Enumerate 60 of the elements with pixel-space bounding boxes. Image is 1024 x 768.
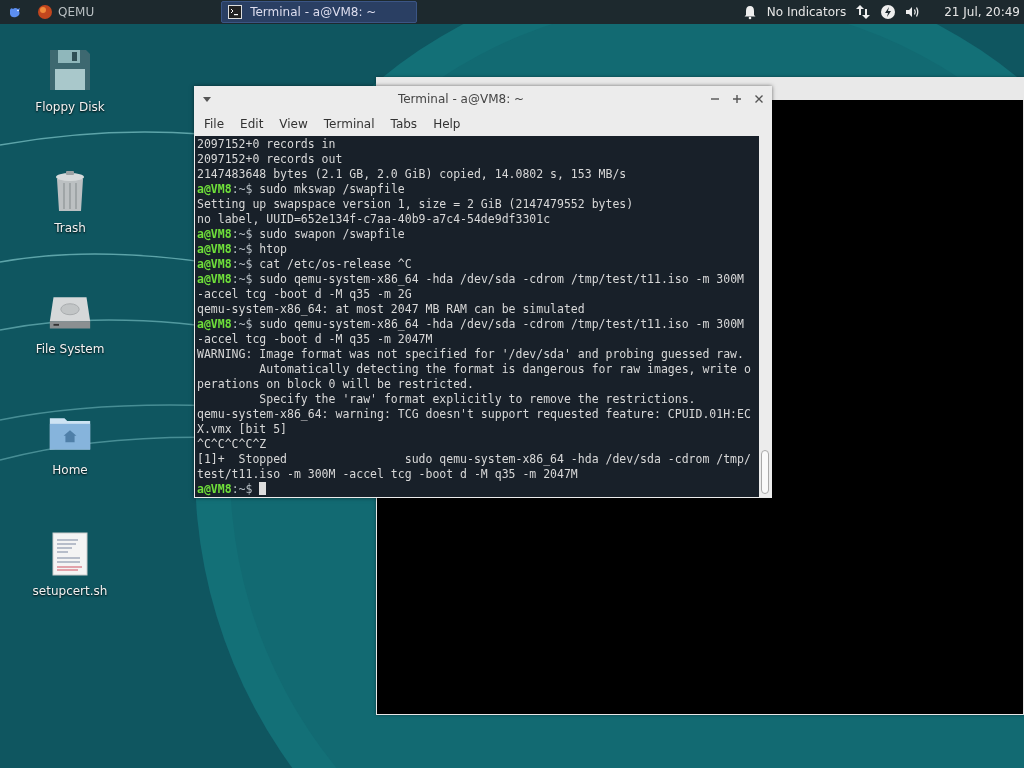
scrollbar[interactable]: [759, 136, 771, 497]
indicators-label: No Indicators: [766, 5, 847, 19]
prompt-user: a@VM8: [197, 227, 232, 241]
output-line: Specify the 'raw' format explicitly to remove the restrictions.: [258, 392, 696, 406]
menu-item[interactable]: Terminal: [315, 114, 383, 133]
command-text: htop: [258, 242, 288, 256]
prompt-user: a@VM8: [197, 272, 232, 286]
output-line: 2147483648 bytes (2.1 GB, 2.0 GiB) copied, 14.0802 s, 153 MB/s: [197, 167, 627, 181]
maximize-icon[interactable]: [732, 93, 742, 104]
clock[interactable]: 21 Jul, 20:49: [944, 5, 1020, 19]
output-line: qemu-system-x86_64: at most 2047 MB RAM can be simulated: [197, 302, 585, 316]
prompt-user: a@VM8: [197, 182, 232, 196]
close-icon[interactable]: [754, 93, 764, 104]
desktop-icon-label[interactable]: File System: [35, 342, 105, 356]
prompt-user: a@VM8: [197, 257, 232, 271]
output-line: 2097152+0 records in: [197, 137, 336, 151]
command-text: sudo mkswap /swapfile: [258, 182, 405, 196]
prompt-path: :~$: [231, 227, 253, 241]
prompt-path: :~$: [231, 317, 253, 331]
power-icon[interactable]: [880, 4, 897, 20]
scrollbar-thumb[interactable]: [761, 450, 769, 494]
prompt-user: a@VM8: [197, 317, 232, 331]
output-line: test/t11.iso -m 300M -accel tcg -boot d -M q35 -m 2047M: [197, 467, 578, 481]
prompt-user: a@VM8: [197, 242, 232, 256]
network-arrows-icon[interactable]: [855, 4, 872, 20]
menu-item[interactable]: View: [271, 114, 316, 133]
prompt-path: :~$: [231, 182, 253, 196]
output-line: X.vmx [bit 5]: [197, 422, 287, 436]
output-line: Setting up swapspace version 1, size = 2 GiB (2147479552 bytes): [197, 197, 634, 211]
output-line: ^C^C^C^C^Z: [197, 437, 267, 451]
desktop-icon-label[interactable]: Trash: [54, 221, 86, 235]
menu-item[interactable]: Tabs: [382, 114, 426, 133]
prompt-path: :~$: [231, 257, 253, 271]
desktop-icon-label[interactable]: Home: [52, 463, 88, 477]
output-line: Automatically detecting the format is dangerous for raw images, write o: [258, 362, 751, 376]
prompt-path: :~$: [231, 482, 253, 496]
desktop-icon-label[interactable]: setupcert.sh: [32, 584, 108, 598]
output-line: no label, UUID=652e134f-c7aa-40b9-a7c4-54de9df3301c: [197, 212, 551, 226]
app-menu-button[interactable]: QEMU: [37, 4, 95, 20]
output-line: [1]+ Stopped sudo qemu-system-x86_64 -hda /dev/sda -cdrom /tmp/: [197, 452, 751, 466]
command-text: cat /etc/os-release ^C: [258, 257, 412, 271]
output-line: 2097152+0 records out: [197, 152, 343, 166]
menu-item[interactable]: Edit: [232, 114, 272, 133]
desktop-icon-label[interactable]: Floppy Disk: [35, 100, 105, 114]
prompt-path: :~$: [231, 242, 253, 256]
command-text: sudo qemu-system-x86_64 -hda /dev/sda -cdrom /tmp/test/t11.iso -m 300M: [258, 272, 744, 286]
menu-item[interactable]: Help: [425, 114, 469, 133]
output-line: -accel tcg -boot d -M q35 -m 2G: [197, 287, 412, 301]
command-text: sudo swapon /swapfile: [258, 227, 405, 241]
terminal-icon: [228, 5, 243, 19]
output-line: -accel tcg -boot d -M q35 -m 2047M: [197, 332, 433, 346]
command-text: sudo qemu-system-x86_64 -hda /dev/sda -cdrom /tmp/test/t11.iso -m 300M: [258, 317, 744, 331]
prompt-path: :~$: [231, 272, 253, 286]
output-line: perations on block 0 will be restricted.: [197, 377, 474, 391]
menu-item[interactable]: File: [196, 114, 233, 133]
output-line: WARNING: Image format was not specified for '/dev/sda' and probing guessed raw.: [197, 347, 744, 361]
taskbar-button[interactable]: Terminal - a@VM8: ~: [221, 1, 418, 23]
prompt-user: a@VM8: [197, 482, 232, 496]
output-line: qemu-system-x86_64: warning: TCG doesn't support requested feature: CPUID.01H:EC: [197, 407, 751, 421]
window-title: Terminal - a@VM8: ~: [396, 91, 526, 106]
